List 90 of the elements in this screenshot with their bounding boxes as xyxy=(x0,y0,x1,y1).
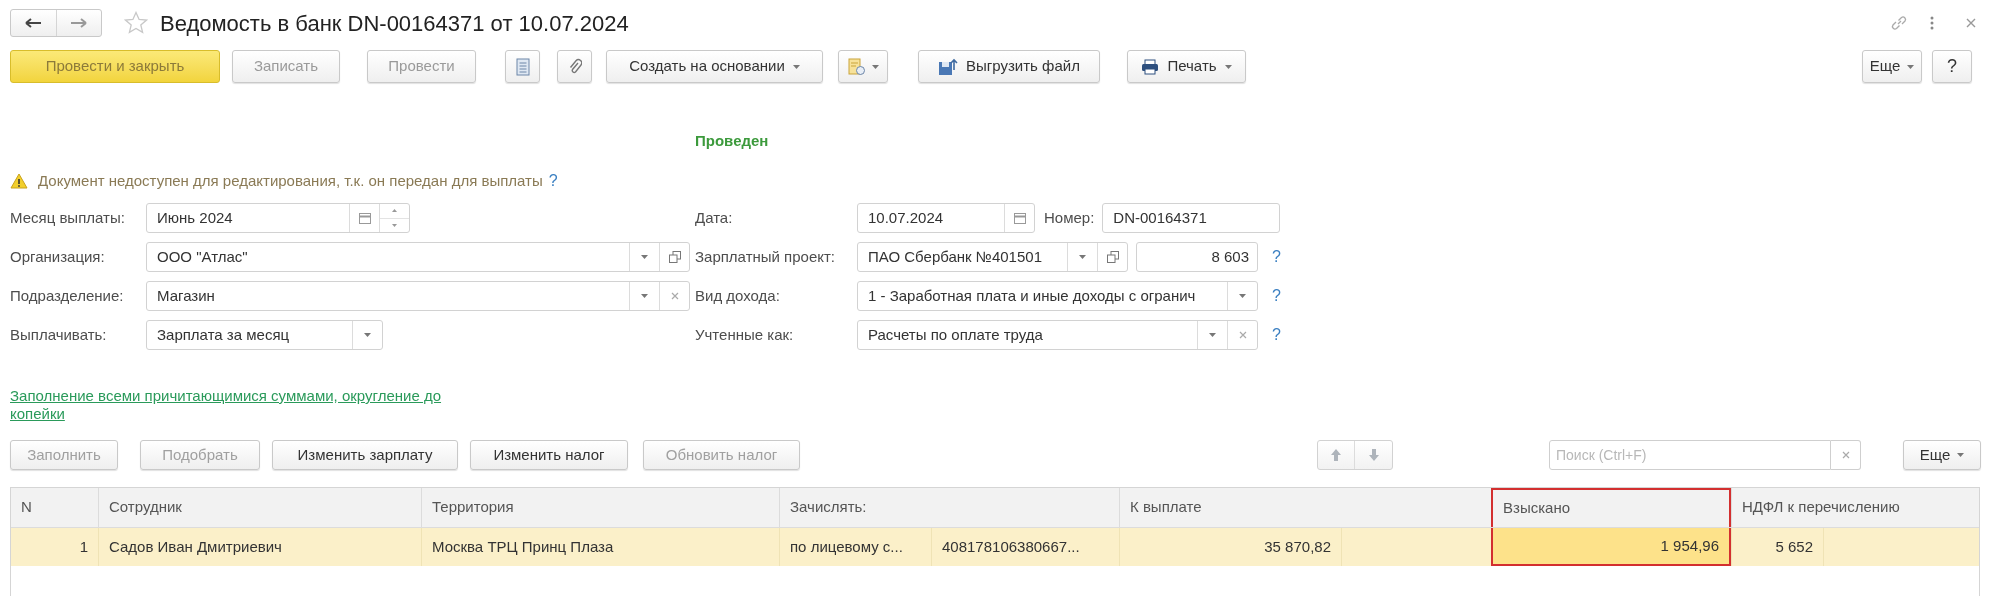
up-arrow-icon xyxy=(1331,449,1341,461)
field-label: Дата: xyxy=(695,207,734,228)
number-field[interactable]: DN-00164371 xyxy=(1102,203,1281,233)
printer-icon xyxy=(1141,58,1160,75)
dropdown-field[interactable]: Зарплата за месяц xyxy=(146,320,383,350)
table-cell-text: 1 xyxy=(78,536,89,557)
more-menu-button[interactable]: Еще xyxy=(1862,50,1922,83)
clear-icon xyxy=(1841,451,1850,459)
forward-arrow-icon xyxy=(70,18,87,28)
paperclip-icon xyxy=(567,57,582,76)
dropdown-field[interactable]: ПАО Сбербанк №401501 xyxy=(857,242,1128,272)
menu-button[interactable]: Выгрузить файл xyxy=(918,50,1100,83)
column-header: НДФЛ к перечислению xyxy=(1731,488,1979,527)
caret-down-icon xyxy=(641,294,648,298)
table-cell: по лицевому с... xyxy=(780,528,932,566)
column-header: Зачислять: xyxy=(779,488,1119,527)
open-window-icon xyxy=(668,251,681,263)
clear-button[interactable] xyxy=(1831,440,1861,470)
caret-down-icon xyxy=(1224,64,1232,69)
caret-down-icon xyxy=(1957,453,1965,457)
calendar-icon xyxy=(1013,212,1026,224)
field-label: Зарплатный проект: xyxy=(695,246,837,267)
table-cell-text: Садов Иван Дмитриевич xyxy=(108,536,283,557)
month-field[interactable]: Июнь 2024 xyxy=(146,203,410,233)
field-label: Вид дохода: xyxy=(695,285,781,306)
clear-icon xyxy=(670,292,679,300)
column-header: N xyxy=(20,497,33,518)
caret-down-icon xyxy=(1079,255,1086,259)
down-arrow-icon xyxy=(1368,449,1379,461)
upload-icon xyxy=(938,57,959,76)
help-link[interactable]: ? xyxy=(1272,284,1281,308)
dropdown-field[interactable]: 1 - Заработная плата и иные доходы с огранич xyxy=(857,281,1258,311)
field-label: Организация: xyxy=(10,246,106,267)
status-label: Проведен xyxy=(695,130,769,151)
icon-button[interactable] xyxy=(838,50,888,83)
icon-button[interactable] xyxy=(557,50,592,83)
warning-icon xyxy=(10,173,28,189)
menu-button[interactable]: Печать xyxy=(1127,50,1246,83)
table-cell-text: 408178106380667... xyxy=(941,536,1081,557)
caret-down-icon xyxy=(871,64,879,69)
field-label: Выплачивать: xyxy=(10,324,108,345)
date-field[interactable]: 10.07.2024 xyxy=(857,203,1035,233)
caret-down-icon xyxy=(364,333,371,337)
table-cell: 5 652 xyxy=(1732,528,1824,566)
caret-down-icon xyxy=(1209,333,1216,337)
star-icon[interactable] xyxy=(124,11,148,35)
column-header: К выплате xyxy=(1119,488,1491,527)
table-row[interactable]: 1 Садов Иван Дмитриевич Москва ТРЦ Принц Плаза по лицевому с... 408178106380667... 35 870,82 1 954,96 5 652 xyxy=(11,528,1979,566)
field-label: Месяц выплаты: xyxy=(10,207,126,228)
caret-down-icon xyxy=(792,64,800,69)
table-cell-text: Москва ТРЦ Принц Плаза xyxy=(431,536,615,557)
toolbar-button[interactable]: Изменить налог xyxy=(470,440,628,470)
up-icon xyxy=(392,209,397,213)
back-arrow-icon xyxy=(25,18,42,28)
close-icon[interactable] xyxy=(1966,18,1976,28)
spin-button[interactable] xyxy=(379,204,409,232)
column-header: Сотрудник xyxy=(98,488,421,527)
down-icon xyxy=(392,223,397,227)
more-menu-button[interactable]: Еще xyxy=(1903,440,1981,470)
help-link[interactable]: ? xyxy=(548,169,558,193)
toolbar-button[interactable]: Изменить зарплату xyxy=(272,440,458,470)
open-window-icon xyxy=(1106,251,1119,263)
table-cell-text: 1 954,96 xyxy=(1659,535,1720,556)
field-label: Номер: xyxy=(1044,207,1095,228)
help-button[interactable]: ? xyxy=(1932,50,1972,83)
caret-down-icon xyxy=(1239,294,1246,298)
link-icon[interactable] xyxy=(1890,14,1908,32)
warning-text: Документ недоступен для редактирования, т.к. он передан для выплаты xyxy=(38,170,543,191)
number-field[interactable]: 8 603 xyxy=(1136,242,1258,272)
dropdown-field[interactable]: Расчеты по оплате труда xyxy=(857,320,1258,350)
column-header: Территория xyxy=(421,488,779,527)
caret-down-icon xyxy=(641,255,648,259)
clear-icon xyxy=(1238,331,1247,339)
more-icon[interactable] xyxy=(1930,16,1934,30)
window-title: Ведомость в банк DN-00164371 от 10.07.2024 xyxy=(160,9,629,38)
table-cell: 35 870,82 xyxy=(1120,528,1342,566)
icon-button[interactable] xyxy=(505,50,540,83)
field-label: Учтенные как: xyxy=(695,324,795,345)
fill-link[interactable]: Заполнение всеми причитающимися суммами, округление до копейки xyxy=(10,387,480,423)
document-icon xyxy=(515,57,530,76)
menu-button[interactable]: Создать на основании xyxy=(606,50,823,83)
dropdown-field[interactable]: Магазин xyxy=(146,281,690,311)
help-link[interactable]: ? xyxy=(1272,323,1281,347)
search-field[interactable]: Поиск (Ctrl+F) xyxy=(1549,440,1831,470)
help-link[interactable]: ? xyxy=(1272,245,1281,269)
dropdown-field[interactable]: ООО "Атлас" xyxy=(146,242,690,272)
form-icon xyxy=(847,57,866,76)
caret-down-icon xyxy=(1907,64,1915,69)
calendar-icon xyxy=(358,212,371,224)
field-label: Подразделение: xyxy=(10,285,125,306)
